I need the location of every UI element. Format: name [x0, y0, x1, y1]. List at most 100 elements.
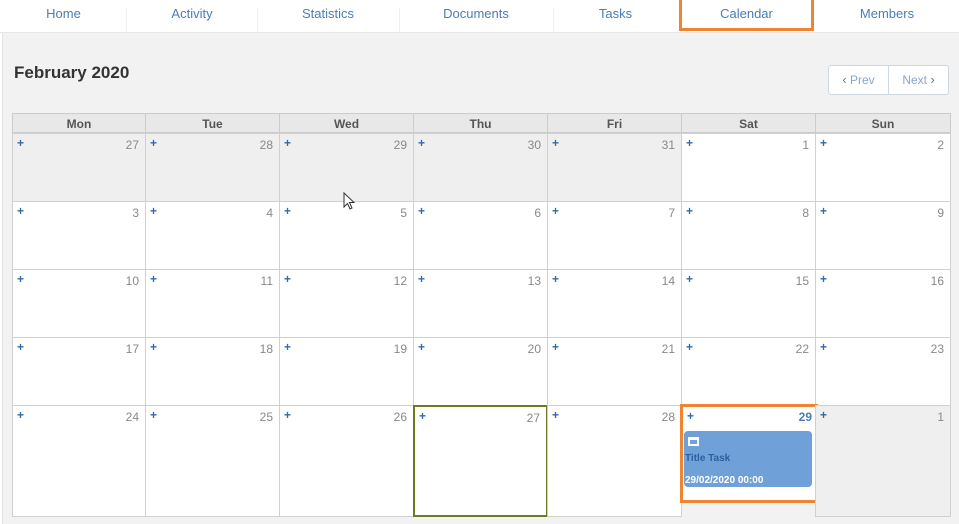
- add-event-button[interactable]: +: [150, 272, 157, 286]
- calendar-day-cell[interactable]: +17: [12, 337, 146, 406]
- calendar-day-cell[interactable]: +16: [815, 269, 951, 338]
- top-navigation: Home Activity Statistics Documents Tasks…: [0, 0, 959, 33]
- calendar-day-cell[interactable]: +26: [279, 405, 414, 517]
- tab-documents[interactable]: Documents: [399, 0, 553, 31]
- window-icon: [688, 437, 699, 446]
- add-event-button[interactable]: +: [687, 409, 694, 423]
- add-event-button[interactable]: +: [686, 204, 693, 218]
- day-number: 30: [527, 138, 541, 152]
- add-event-button[interactable]: +: [820, 272, 827, 286]
- add-event-button[interactable]: +: [17, 204, 24, 218]
- add-event-button[interactable]: +: [552, 136, 559, 150]
- calendar-day-cell[interactable]: +18: [145, 337, 280, 406]
- add-event-button[interactable]: +: [820, 204, 827, 218]
- calendar-day-cell[interactable]: +19: [279, 337, 414, 406]
- chevron-left-icon: ‹: [842, 72, 847, 87]
- calendar-day-cell[interactable]: +1: [681, 133, 816, 202]
- add-event-button[interactable]: +: [284, 272, 291, 286]
- add-event-button[interactable]: +: [284, 204, 291, 218]
- calendar-day-cell[interactable]: +31: [547, 133, 682, 202]
- add-event-button[interactable]: +: [552, 340, 559, 354]
- calendar-day-cell[interactable]: +14: [547, 269, 682, 338]
- calendar-day-cell[interactable]: +27: [12, 133, 146, 202]
- calendar-day-cell[interactable]: +22: [681, 337, 816, 406]
- calendar-day-cell[interactable]: +21: [547, 337, 682, 406]
- tab-members[interactable]: Members: [815, 0, 959, 31]
- next-button[interactable]: Next ›: [889, 66, 948, 94]
- calendar-day-cell[interactable]: +27: [413, 405, 548, 517]
- day-number: 8: [802, 206, 809, 220]
- calendar-day-cell[interactable]: +30: [413, 133, 548, 202]
- calendar-day-cell[interactable]: +9: [815, 201, 951, 270]
- add-event-button[interactable]: +: [150, 204, 157, 218]
- add-event-button[interactable]: +: [419, 409, 426, 423]
- tab-activity[interactable]: Activity: [127, 0, 257, 31]
- add-event-button[interactable]: +: [17, 408, 24, 422]
- day-number: 1: [802, 138, 809, 152]
- calendar-day-cell[interactable]: +10: [12, 269, 146, 338]
- calendar-day-cell[interactable]: +24: [12, 405, 146, 517]
- add-event-button[interactable]: +: [686, 340, 693, 354]
- calendar-day-cell[interactable]: +15: [681, 269, 816, 338]
- day-number: 27: [526, 411, 540, 425]
- add-event-button[interactable]: +: [820, 340, 827, 354]
- calendar-day-cell[interactable]: +13: [413, 269, 548, 338]
- weekday-header-tue: Tue: [145, 113, 280, 133]
- add-event-button[interactable]: +: [284, 340, 291, 354]
- add-event-button[interactable]: +: [686, 272, 693, 286]
- day-number: 10: [125, 274, 139, 288]
- add-event-button[interactable]: +: [552, 272, 559, 286]
- add-event-button[interactable]: +: [552, 204, 559, 218]
- calendar-day-cell[interactable]: +1: [815, 405, 951, 517]
- add-event-button[interactable]: +: [150, 340, 157, 354]
- calendar-day-cell[interactable]: +6: [413, 201, 548, 270]
- add-event-button[interactable]: +: [418, 272, 425, 286]
- prev-label: Prev: [850, 73, 875, 87]
- add-event-button[interactable]: +: [552, 408, 559, 422]
- day-number: 20: [527, 342, 541, 356]
- calendar-day-cell[interactable]: +11: [145, 269, 280, 338]
- calendar-day-cell[interactable]: +25: [145, 405, 280, 517]
- calendar-day-cell[interactable]: +23: [815, 337, 951, 406]
- add-event-button[interactable]: +: [418, 204, 425, 218]
- add-event-button[interactable]: +: [820, 136, 827, 150]
- calendar-day-cell[interactable]: +8: [681, 201, 816, 270]
- calendar-day-cell[interactable]: +4: [145, 201, 280, 270]
- add-event-button[interactable]: +: [17, 272, 24, 286]
- chevron-right-icon: ›: [930, 72, 935, 87]
- day-number: 27: [125, 138, 139, 152]
- add-event-button[interactable]: +: [17, 136, 24, 150]
- weekday-header: Mon Tue Wed Thu Fri Sat Sun: [12, 113, 951, 133]
- add-event-button[interactable]: +: [418, 136, 425, 150]
- add-event-button[interactable]: +: [284, 136, 291, 150]
- calendar-day-cell[interactable]: +7: [547, 201, 682, 270]
- day-number: 19: [393, 342, 407, 356]
- calendar-day-cell[interactable]: +3: [12, 201, 146, 270]
- calendar-day-cell[interactable]: +20: [413, 337, 548, 406]
- add-event-button[interactable]: +: [17, 340, 24, 354]
- add-event-button[interactable]: +: [150, 136, 157, 150]
- day-number: 3: [132, 206, 139, 220]
- calendar-day-cell[interactable]: +2: [815, 133, 951, 202]
- calendar-day-cell[interactable]: +28: [145, 133, 280, 202]
- month-title: February 2020: [14, 63, 130, 82]
- day-number: 1: [937, 410, 944, 424]
- calendar-day-cell[interactable]: +12: [279, 269, 414, 338]
- tab-tasks[interactable]: Tasks: [553, 0, 678, 31]
- day-number: 24: [125, 410, 139, 424]
- tab-calendar[interactable]: Calendar: [679, 0, 814, 31]
- day-number: 31: [661, 138, 675, 152]
- day-number: 2: [937, 138, 944, 152]
- prev-button[interactable]: ‹ Prev: [829, 66, 888, 94]
- tab-statistics[interactable]: Statistics: [257, 0, 399, 31]
- add-event-button[interactable]: +: [418, 340, 425, 354]
- tab-home[interactable]: Home: [0, 0, 127, 31]
- next-label: Next: [902, 73, 927, 87]
- add-event-button[interactable]: +: [284, 408, 291, 422]
- add-event-button[interactable]: +: [150, 408, 157, 422]
- calendar-day-cell[interactable]: +29 Title Task 29/02/2020 00:00: [680, 404, 818, 503]
- calendar-day-cell[interactable]: +28: [547, 405, 682, 517]
- add-event-button[interactable]: +: [686, 136, 693, 150]
- calendar-event[interactable]: Title Task 29/02/2020 00:00: [684, 431, 812, 487]
- add-event-button[interactable]: +: [820, 408, 827, 422]
